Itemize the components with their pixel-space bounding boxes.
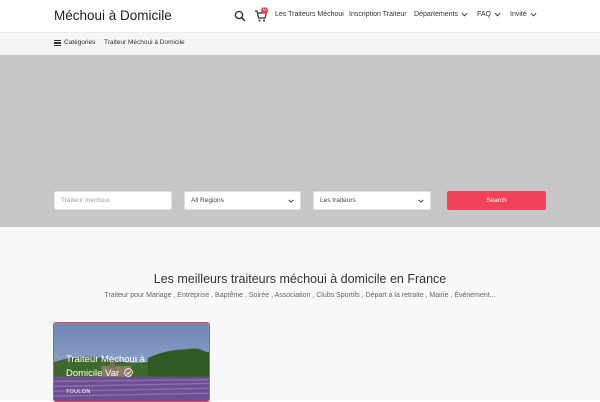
chevron-down-icon (494, 12, 501, 17)
section-heading: Les meilleurs traiteurs méchoui à domici… (153, 272, 447, 286)
nav-inscription-traiteur[interactable]: Inscription Traiteur (349, 11, 407, 18)
listing-type-select-value: Les traiteurs (320, 197, 356, 204)
chevron-down-icon (288, 199, 294, 203)
hamburger-icon[interactable] (54, 40, 61, 46)
nav-faq[interactable]: FAQ (477, 11, 501, 18)
section-subheading: Traiteur pour Mariage , Entreprise , Bap… (104, 292, 496, 299)
listing-card[interactable]: Traiteur Méchoui à Domicile Var TOULON (53, 322, 210, 402)
keyword-search-field[interactable] (54, 191, 172, 210)
chevron-down-icon (418, 199, 424, 203)
region-select-value: All Regions (191, 197, 224, 204)
check-circle-icon (123, 368, 133, 377)
nav-les-traiteurs[interactable]: Les Traiteurs Méchoui (275, 11, 344, 18)
search-button[interactable]: Search (447, 191, 546, 210)
site-logo[interactable]: Méchoui à Domicile (54, 8, 172, 23)
listing-card-location: TOULON (66, 389, 91, 395)
nav-label: Départements (414, 11, 458, 18)
nav-label: Inscription Traiteur (349, 11, 407, 18)
keyword-search-input[interactable] (61, 192, 171, 209)
region-select[interactable]: All Regions (184, 191, 301, 210)
listing-type-select[interactable]: Les traiteurs (313, 191, 431, 210)
nav-label: Les Traiteurs Méchoui (275, 11, 344, 18)
nav-label: FAQ (477, 11, 492, 18)
listing-card-title: Traiteur Méchoui à Domicile Var (66, 353, 176, 381)
search-icon[interactable] (234, 10, 246, 22)
chevron-down-icon (530, 12, 537, 17)
nav-label: Invité (510, 11, 527, 18)
listing-card-title-text: Traiteur Méchoui à Domicile Var (66, 354, 145, 379)
chevron-down-icon (461, 12, 468, 17)
nav-departements[interactable]: Départements (414, 11, 468, 18)
cart-count-badge: 0 (261, 7, 268, 14)
top-navigation-bar: Méchoui à Domicile 0 Les Traiteurs Mécho… (0, 0, 600, 33)
nav-invite[interactable]: Invité (510, 11, 537, 18)
categories-menu[interactable]: Catégories (64, 39, 95, 46)
breadcrumb[interactable]: Traiteur Méchoui à Domicile (104, 39, 185, 46)
